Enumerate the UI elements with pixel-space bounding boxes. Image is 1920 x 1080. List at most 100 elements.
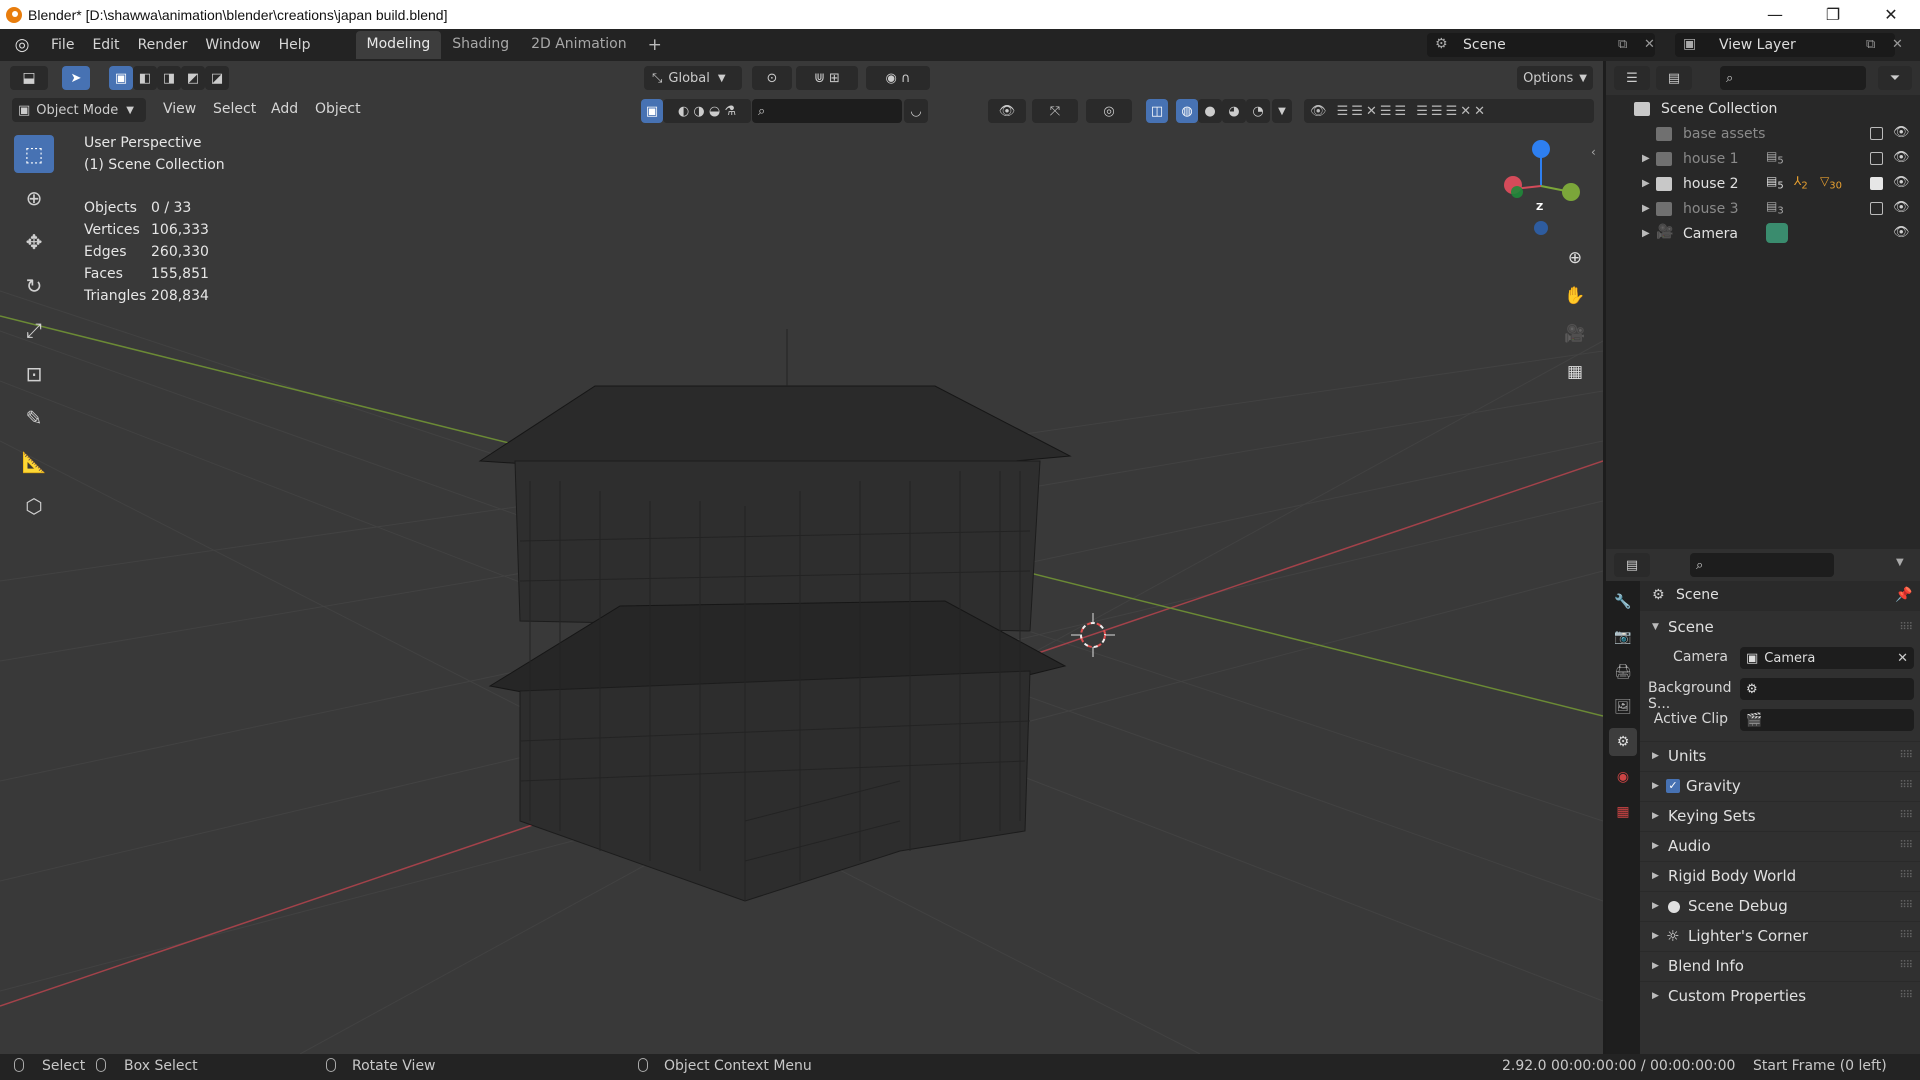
outliner-item[interactable]: ▶ 🎥 Camera 👁 <box>1606 221 1920 246</box>
shading-solid[interactable]: ● <box>1198 99 1222 123</box>
section-gravity[interactable]: ▶ ✓ Gravity ⠿⠿ <box>1640 771 1920 799</box>
section-scene[interactable]: ▼ Scene ⠿⠿ <box>1640 613 1920 641</box>
tool-move[interactable]: ✥ <box>14 223 54 261</box>
outliner-item[interactable]: base assets 👁 <box>1606 121 1920 146</box>
snap-controls[interactable]: ⋓ ⊞ <box>796 66 858 90</box>
expand-arrow-icon[interactable]: ▶ <box>1642 228 1650 239</box>
filter-toggle[interactable]: ◡ <box>904 99 928 123</box>
shading-wireframe[interactable]: ◍ <box>1176 99 1198 123</box>
menu-add[interactable]: Add <box>271 101 298 117</box>
tab-render[interactable]: 📷 <box>1609 623 1637 651</box>
gizmo-toggle[interactable]: ⤧ <box>1032 99 1078 123</box>
select-extend-button[interactable]: ◧ <box>133 66 157 90</box>
eye-icon[interactable]: 👁 <box>1893 125 1910 140</box>
outliner-filter-button[interactable]: ⏷ <box>1878 66 1912 90</box>
tool-transform[interactable]: ⊡ <box>14 355 54 393</box>
section-custom-properties[interactable]: ▶ Custom Properties ⠿⠿ <box>1640 981 1920 1009</box>
zoom-button[interactable]: ⊕ <box>1559 242 1591 274</box>
drag-grip-icon[interactable]: ⠿⠿ <box>1899 870 1913 881</box>
exclude-checkbox-checked[interactable] <box>1870 177 1883 190</box>
eye-icon[interactable]: 👁 <box>1893 175 1910 190</box>
blender-menu-icon[interactable]: ◎ <box>10 35 34 55</box>
shading-options[interactable]: ▼ <box>1272 99 1292 123</box>
tab-tool[interactable]: 🔧 <box>1609 588 1637 616</box>
expand-arrow-icon[interactable]: ▶ <box>1642 203 1650 214</box>
navigation-gizmo[interactable] <box>1504 140 1580 235</box>
tool-add-cube[interactable]: ⬡ <box>14 487 54 525</box>
tab-view-layer[interactable]: 🖼 <box>1609 693 1637 721</box>
menu-window[interactable]: Window <box>196 33 269 57</box>
outliner-editor-type[interactable]: ☰ <box>1614 66 1650 90</box>
outliner-search-input[interactable]: ⌕ <box>1720 66 1866 90</box>
drag-grip-icon[interactable]: ⠿⠿ <box>1899 622 1913 633</box>
tool-measure[interactable]: 📐 <box>14 443 54 481</box>
eye-icon[interactable]: 👁 <box>1893 200 1910 215</box>
properties-options-chevron-icon[interactable]: ▼ <box>1896 557 1904 568</box>
viewport-search-input[interactable]: ⌕ <box>752 99 902 123</box>
section-units[interactable]: ▶ Units ⠿⠿ <box>1640 741 1920 769</box>
tool-rotate[interactable]: ↻ <box>14 267 54 305</box>
select-intersect-button[interactable]: ◪ <box>205 66 229 90</box>
menu-select[interactable]: Select <box>213 101 256 117</box>
maximize-button[interactable]: ❐ <box>1804 0 1862 29</box>
section-lighters-corner[interactable]: ▶ ☼ Lighter's Corner ⠿⠿ <box>1640 921 1920 949</box>
proportional-editing-controls[interactable]: ◉ ∩ <box>866 66 930 90</box>
section-scene-debug[interactable]: ▶ Scene Debug ⠿⠿ <box>1640 891 1920 919</box>
exclude-checkbox[interactable] <box>1870 152 1883 165</box>
clear-camera-icon[interactable]: ✕ <box>1897 651 1908 666</box>
outliner-scene-collection[interactable]: Scene Collection <box>1606 96 1920 121</box>
select-invert-button[interactable]: ◩ <box>181 66 205 90</box>
camera-field[interactable]: ▣ Camera ✕ <box>1740 647 1914 669</box>
camera-view-button[interactable]: 🎥 <box>1559 318 1591 350</box>
view-layer-selector[interactable]: ▣ View Layer <box>1675 33 1895 57</box>
gravity-checkbox[interactable]: ✓ <box>1666 779 1680 793</box>
exclude-checkbox[interactable] <box>1870 127 1883 140</box>
menu-render[interactable]: Render <box>129 33 197 57</box>
editor-type-button[interactable]: ⬓ <box>10 66 48 90</box>
shading-material[interactable]: ◕ <box>1222 99 1246 123</box>
object-visibility-dropdown[interactable]: 👁 <box>988 99 1026 123</box>
expand-arrow-icon[interactable]: ▶ <box>1642 153 1650 164</box>
new-view-layer-icon[interactable]: ⧉ <box>1866 37 1875 52</box>
remove-view-layer-icon[interactable]: ✕ <box>1892 37 1903 52</box>
3d-viewport[interactable]: Z ⬓ ➤ ▣ ◧ ◨ ◩ ◪ ⤡ Global ▼ ⊙ ⋓ ⊞ ◉ ∩ Opt… <box>0 61 1603 1054</box>
section-audio[interactable]: ▶ Audio ⠿⠿ <box>1640 831 1920 859</box>
drag-grip-icon[interactable]: ⠿⠿ <box>1899 840 1913 851</box>
drag-grip-icon[interactable]: ⠿⠿ <box>1899 960 1913 971</box>
select-mode-tweak[interactable]: ➤ <box>62 66 90 90</box>
tab-shading[interactable]: Shading <box>441 31 520 59</box>
outliner-item[interactable]: ▶ house 3 ▤3 👁 <box>1606 196 1920 221</box>
drag-grip-icon[interactable]: ⠿⠿ <box>1899 810 1913 821</box>
shading-rendered[interactable]: ◔ <box>1246 99 1270 123</box>
ortho-toggle-button[interactable]: ▦ <box>1559 356 1591 388</box>
tool-cursor[interactable]: ⊕ <box>14 179 54 217</box>
transform-orientation-dropdown[interactable]: ⤡ Global ▼ <box>644 66 742 90</box>
xray-toggle[interactable]: ◫ <box>1146 99 1168 123</box>
menu-file[interactable]: File <box>42 33 83 57</box>
drag-grip-icon[interactable]: ⠿⠿ <box>1899 750 1913 761</box>
options-dropdown[interactable]: Options ▼ <box>1517 66 1593 90</box>
select-subtract-button[interactable]: ◨ <box>157 66 181 90</box>
expand-arrow-icon[interactable]: ▶ <box>1642 178 1650 189</box>
tool-select-box[interactable]: ⬚ <box>14 135 54 173</box>
menu-object[interactable]: Object <box>315 101 361 117</box>
menu-view[interactable]: View <box>163 101 196 117</box>
pivot-point-dropdown[interactable]: ⊙ <box>752 66 792 90</box>
tab-world[interactable]: ◉ <box>1609 763 1637 791</box>
remove-scene-icon[interactable]: ✕ <box>1644 37 1655 52</box>
menu-help[interactable]: Help <box>270 33 320 57</box>
tab-output[interactable]: 🖨 <box>1609 658 1637 686</box>
custom-toggle-buttons[interactable]: 👁 ☰☰✕☰☰ ☰☰☰✕✕ <box>1304 99 1594 123</box>
close-button[interactable]: ✕ <box>1862 0 1920 29</box>
mode-dropdown[interactable]: ▣ Object Mode ▼ <box>12 98 146 122</box>
new-scene-icon[interactable]: ⧉ <box>1618 37 1627 52</box>
drag-grip-icon[interactable]: ⠿⠿ <box>1899 990 1913 1001</box>
visibility-selectable-toggle[interactable]: ▣ <box>641 99 663 123</box>
tab-modeling[interactable]: Modeling <box>355 31 442 59</box>
shading-filter-icons[interactable]: ◐ ◑ ◒ ⚗ <box>663 99 751 123</box>
section-rigid-body-world[interactable]: ▶ Rigid Body World ⠿⠿ <box>1640 861 1920 889</box>
outliner-item[interactable]: ▶ house 2 ▤5 ⅄2 ▽30 👁 <box>1606 171 1920 196</box>
properties-editor-type[interactable]: ▤ <box>1614 553 1650 577</box>
properties-search-input[interactable]: ⌕ <box>1690 553 1834 577</box>
tab-texture[interactable]: ▦ <box>1609 798 1637 826</box>
